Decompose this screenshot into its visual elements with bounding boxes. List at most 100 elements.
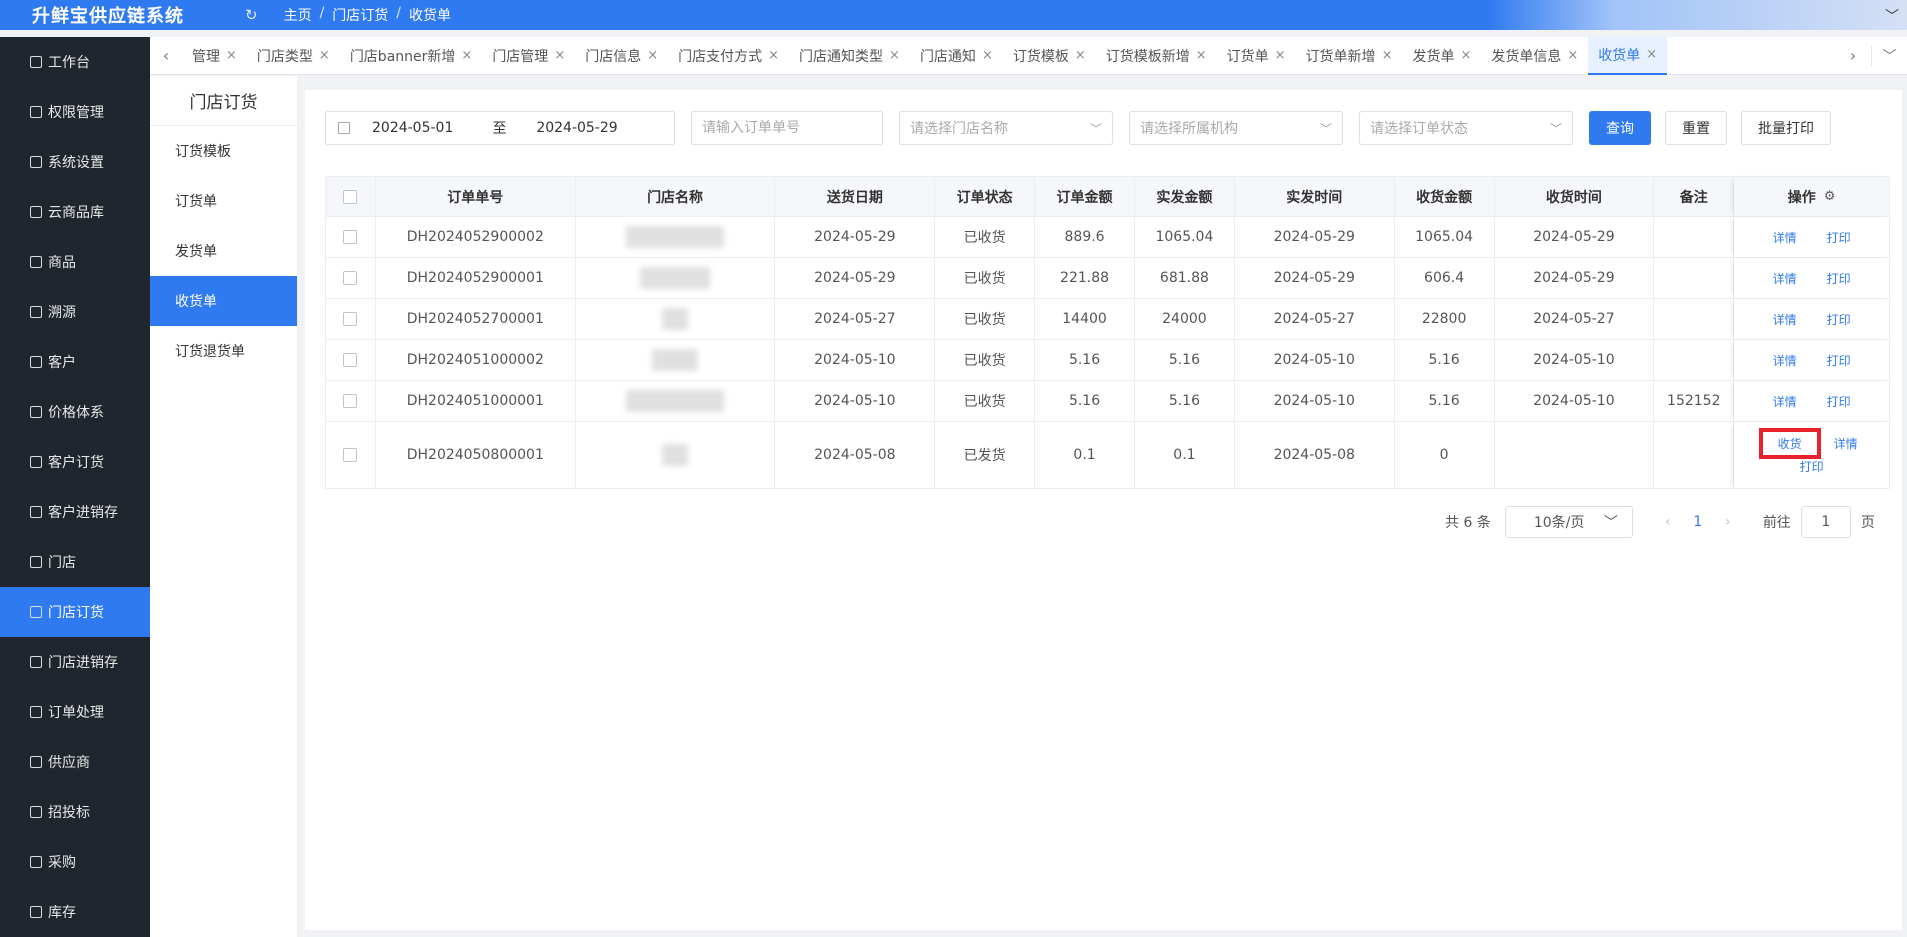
trace-icon [30,306,42,318]
date-range-picker[interactable]: 2024-05-01 至 2024-05-29 [325,111,675,145]
sidebar-item[interactable]: 价格体系 [0,387,150,437]
tab[interactable]: 订货单新增 × [1296,37,1403,75]
sidebar-item[interactable]: 门店 [0,537,150,587]
sidebar-item[interactable]: 供应商 [0,737,150,787]
close-icon[interactable]: × [889,48,900,63]
tab[interactable]: 订货模板新增 × [1096,37,1217,75]
close-icon[interactable]: × [1646,47,1657,62]
sidebar-item-label: 客户进销存 [48,505,118,521]
print-link[interactable]: 打印 [1827,229,1851,246]
next-page-icon[interactable]: › [1713,514,1743,530]
row-checkbox[interactable] [343,312,358,326]
close-icon[interactable]: × [768,48,779,63]
row-checkbox[interactable] [343,353,358,367]
detail-link[interactable]: 详情 [1773,229,1797,246]
close-icon[interactable]: × [1382,48,1393,63]
tab[interactable]: 门店banner新增 × [340,37,483,75]
print-link[interactable]: 打印 [1827,270,1851,287]
row-checkbox[interactable] [343,394,358,408]
sidebar-item[interactable]: 门店进销存 [0,637,150,687]
sidebar-item[interactable]: 客户进销存 [0,487,150,537]
gear-icon[interactable]: ⚙ [1824,189,1836,204]
goto-page-input[interactable] [1800,506,1851,538]
print-link[interactable]: 打印 [1827,393,1851,410]
print-link[interactable]: 打印 [1827,352,1851,369]
close-icon[interactable]: × [647,48,658,63]
close-icon[interactable]: × [1275,48,1286,63]
sub-nav-item[interactable]: 收货单 [150,276,297,326]
reset-button[interactable]: 重置 [1665,111,1727,145]
sidebar-item[interactable]: 订单处理 [0,687,150,737]
tab[interactable]: 订货模板 × [1003,37,1096,75]
receive-link[interactable]: 收货 [1758,428,1821,459]
batch-print-button[interactable]: 批量打印 [1741,111,1831,145]
tab[interactable]: 管理 × [182,37,247,75]
close-icon[interactable]: × [554,48,565,63]
sub-nav-item[interactable]: 发货单 [150,226,297,276]
sidebar-item[interactable]: 系统设置 [0,137,150,187]
close-icon[interactable]: × [1075,48,1086,63]
sidebar-item[interactable]: 招投标 [0,787,150,837]
detail-link[interactable]: 详情 [1773,311,1797,328]
sidebar-item[interactable]: 采购 [0,837,150,887]
sidebar-item[interactable]: 客户 [0,337,150,387]
breadcrumb-home[interactable]: 主页 [284,5,312,25]
order-amount-cell: 221.88 [1035,258,1135,298]
page-number[interactable]: 1 [1683,514,1713,530]
print-link[interactable]: 打印 [1800,458,1824,475]
close-icon[interactable]: × [1567,48,1578,63]
sidebar-item[interactable]: 云商品库 [0,187,150,237]
org-select[interactable]: 请选择所属机构 ﹀ [1129,111,1343,145]
tab[interactable]: 发货单信息 × [1481,37,1588,75]
page-size-select[interactable]: 10条/页 ﹀ [1504,506,1633,538]
close-icon[interactable]: × [226,48,237,63]
tab-more-icon[interactable]: ﹀ [1871,45,1907,66]
close-icon[interactable]: × [461,48,472,63]
sidebar-item[interactable]: 库存 [0,887,150,937]
tab[interactable]: 门店类型 × [247,37,340,75]
tab-scroll-right-icon[interactable]: › [1835,46,1871,65]
select-all-checkbox[interactable] [343,189,358,204]
query-button[interactable]: 查询 [1589,111,1651,145]
sidebar-item[interactable]: 溯源 [0,287,150,337]
refresh-icon[interactable]: ↻ [245,6,258,24]
row-checkbox[interactable] [343,271,358,285]
prev-page-icon[interactable]: ‹ [1653,514,1683,530]
sidebar-item[interactable]: 门店订货 [0,587,150,637]
row-checkbox[interactable] [343,230,358,244]
tab[interactable]: 发货单 × [1402,37,1481,75]
row-actions: 详情 打印 [1773,311,1851,328]
detail-link[interactable]: 详情 [1773,352,1797,369]
sub-nav-item[interactable]: 订货模板 [150,126,297,176]
breadcrumb-store-ordering[interactable]: 门店订货 [332,5,388,25]
print-link[interactable]: 打印 [1827,311,1851,328]
tab[interactable]: 门店信息 × [575,37,668,75]
sub-nav-item[interactable]: 订货单 [150,176,297,226]
tab[interactable]: 订货单 × [1217,37,1296,75]
tab[interactable]: 门店管理 × [482,37,575,75]
detail-link[interactable]: 详情 [1834,435,1858,452]
sidebar-item[interactable]: 权限管理 [0,87,150,137]
order-no-input[interactable] [691,111,883,145]
close-icon[interactable]: × [982,48,993,63]
sub-nav-item[interactable]: 订货退货单 [150,326,297,376]
detail-link[interactable]: 详情 [1773,393,1797,410]
close-icon[interactable]: × [1460,48,1471,63]
sidebar-item[interactable]: 客户订货 [0,437,150,487]
tab[interactable]: 收货单 × [1588,36,1668,75]
tab[interactable]: 门店通知 × [910,37,1003,75]
detail-link[interactable]: 详情 [1773,270,1797,287]
sidebar-item[interactable]: 商品 [0,237,150,287]
tab[interactable]: 门店支付方式 × [668,37,789,75]
row-checkbox[interactable] [343,448,358,462]
store-select[interactable]: 请选择门店名称 ﹀ [899,111,1113,145]
tab[interactable]: 门店通知类型 × [789,37,910,75]
close-icon[interactable]: × [319,48,330,63]
tab-scroll-left-icon[interactable]: ‹ [150,46,182,65]
date-end[interactable]: 2024-05-29 [527,120,627,136]
sidebar-item[interactable]: 工作台 [0,37,150,87]
date-start[interactable]: 2024-05-01 [372,120,472,136]
close-icon[interactable]: × [1196,48,1207,63]
chevron-down-icon[interactable]: ﹀ [1885,6,1899,26]
status-select[interactable]: 请选择订单状态 ﹀ [1359,111,1573,145]
